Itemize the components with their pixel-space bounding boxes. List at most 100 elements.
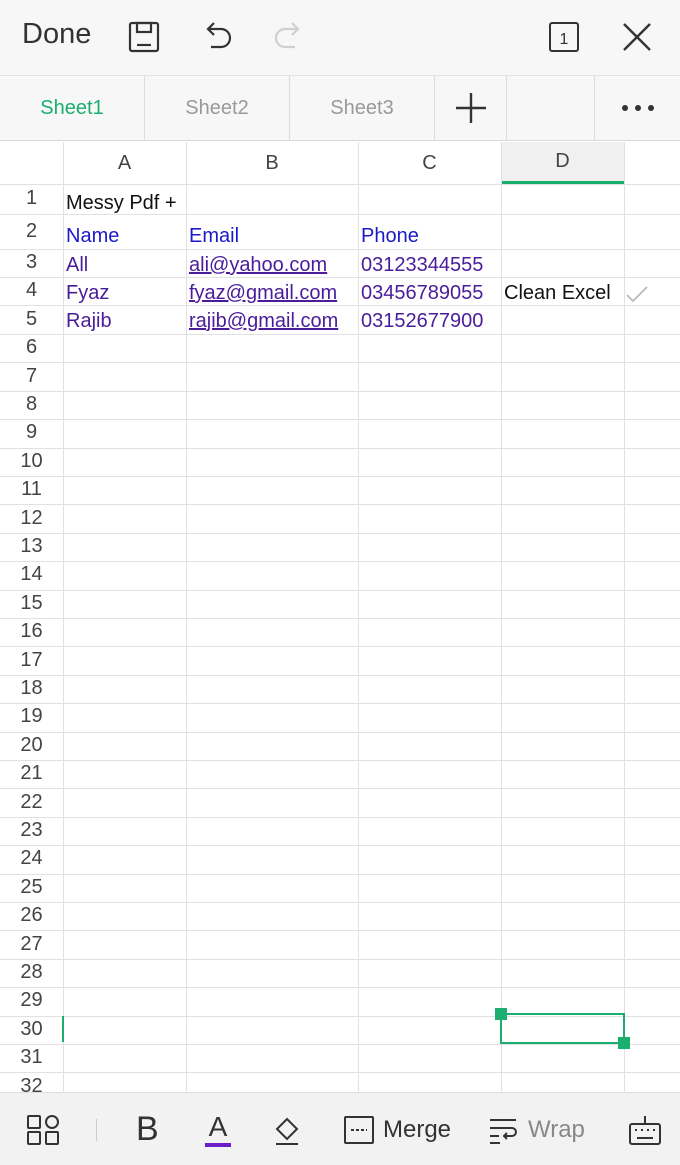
row-header-28[interactable]: 28 bbox=[0, 961, 63, 984]
selected-cell-outline[interactable] bbox=[500, 1013, 625, 1044]
close-icon[interactable] bbox=[617, 15, 657, 59]
selection-handle-top-left[interactable] bbox=[495, 1008, 507, 1020]
top-toolbar: Done 1 bbox=[0, 0, 680, 76]
cell-a3[interactable]: All bbox=[66, 254, 88, 277]
page-count-icon[interactable]: 1 bbox=[544, 15, 584, 59]
cell-a1[interactable]: Messy Pdf + bbox=[66, 192, 177, 215]
row-divider bbox=[0, 532, 680, 534]
row-header-30[interactable]: 30 bbox=[0, 1018, 63, 1041]
row-divider bbox=[0, 902, 680, 903]
row-divider bbox=[0, 987, 680, 989]
cell-a4[interactable]: Fyaz bbox=[66, 282, 109, 305]
row-divider bbox=[0, 1044, 680, 1045]
keyboard-icon bbox=[629, 1115, 661, 1145]
row-divider bbox=[0, 703, 680, 705]
wrap-button[interactable]: Wrap bbox=[488, 1093, 585, 1165]
row-header-24[interactable]: 24 bbox=[0, 847, 63, 870]
apps-button[interactable] bbox=[26, 1093, 60, 1165]
row-divider bbox=[0, 249, 680, 250]
cell-c5[interactable]: 03152677900 bbox=[361, 310, 483, 333]
row-header-11[interactable]: 11 bbox=[0, 478, 63, 501]
cell-b3[interactable]: ali@yahoo.com bbox=[189, 254, 327, 277]
row-header-2[interactable]: 2 bbox=[0, 220, 63, 243]
undo-icon[interactable] bbox=[197, 15, 237, 59]
cell-b2[interactable]: Email bbox=[189, 225, 239, 248]
save-icon[interactable] bbox=[124, 15, 164, 59]
add-sheet-button[interactable] bbox=[435, 76, 507, 140]
row-header-31[interactable]: 31 bbox=[0, 1046, 63, 1069]
row-header-6[interactable]: 6 bbox=[0, 336, 63, 359]
cell-b4[interactable]: fyaz@gmail.com bbox=[189, 282, 337, 305]
column-header-a[interactable]: A bbox=[63, 142, 186, 184]
row-divider bbox=[0, 419, 680, 421]
row-header-4[interactable]: 4 bbox=[0, 279, 63, 302]
row-header-16[interactable]: 16 bbox=[0, 620, 63, 643]
row-header-9[interactable]: 9 bbox=[0, 421, 63, 444]
row-divider bbox=[0, 1072, 680, 1074]
column-header-b[interactable]: B bbox=[186, 142, 358, 184]
row-header-17[interactable]: 17 bbox=[0, 649, 63, 672]
row-header-22[interactable]: 22 bbox=[0, 791, 63, 814]
more-options-button[interactable] bbox=[594, 76, 680, 140]
row-divider bbox=[0, 760, 680, 761]
row-header-21[interactable]: 21 bbox=[0, 762, 63, 785]
row-header-13[interactable]: 13 bbox=[0, 535, 63, 558]
cell-a2[interactable]: Name bbox=[66, 225, 119, 248]
row-header-29[interactable]: 29 bbox=[0, 989, 63, 1012]
row-divider bbox=[0, 731, 680, 733]
tab-sheet1[interactable]: Sheet1 bbox=[0, 76, 145, 140]
sheet-tabs: Sheet1 Sheet2 Sheet3 bbox=[0, 76, 680, 141]
redo-icon[interactable] bbox=[269, 15, 309, 59]
row-header-7[interactable]: 7 bbox=[0, 365, 63, 388]
fill-color-button[interactable] bbox=[272, 1093, 302, 1165]
row-header-20[interactable]: 20 bbox=[0, 734, 63, 757]
row-divider bbox=[0, 845, 680, 847]
row-header-25[interactable]: 25 bbox=[0, 876, 63, 899]
row-header-8[interactable]: 8 bbox=[0, 393, 63, 416]
cell-b5[interactable]: rajib@gmail.com bbox=[189, 310, 338, 333]
row-divider bbox=[0, 674, 680, 676]
row-header-18[interactable]: 18 bbox=[0, 677, 63, 700]
column-header-d[interactable]: D bbox=[501, 142, 624, 184]
wrap-icon bbox=[490, 1118, 517, 1144]
wrap-label: Wrap bbox=[528, 1115, 585, 1143]
row-header-5[interactable]: 5 bbox=[0, 308, 63, 331]
row-header-19[interactable]: 19 bbox=[0, 705, 63, 728]
cell-d4[interactable]: Clean Excel bbox=[504, 282, 611, 305]
tab-sheet3[interactable]: Sheet3 bbox=[290, 76, 435, 140]
row-divider bbox=[0, 305, 680, 306]
row-header-15[interactable]: 15 bbox=[0, 592, 63, 615]
row-divider bbox=[0, 504, 680, 506]
merge-button[interactable]: Merge bbox=[343, 1093, 451, 1165]
cell-c2[interactable]: Phone bbox=[361, 225, 419, 248]
bold-button[interactable]: B bbox=[136, 1093, 159, 1165]
font-color-label: A bbox=[208, 1110, 228, 1142]
row-header-32[interactable]: 32 bbox=[0, 1075, 63, 1092]
row-divider bbox=[0, 362, 680, 364]
row-header-12[interactable]: 12 bbox=[0, 507, 63, 530]
tab-sheet2[interactable]: Sheet2 bbox=[145, 76, 290, 140]
spreadsheet-grid[interactable]: A B C D 1 2 3 4 5 6 7 8 9 10 11 12 13 14 15 16 17 18 19 20 2… bbox=[0, 142, 680, 1092]
paint-bucket-icon bbox=[275, 1117, 299, 1145]
row-header-3[interactable]: 3 bbox=[0, 251, 63, 274]
done-button[interactable]: Done bbox=[22, 18, 91, 51]
merge-icon bbox=[344, 1115, 374, 1144]
cell-c4[interactable]: 03456789055 bbox=[361, 282, 483, 305]
row-header-26[interactable]: 26 bbox=[0, 904, 63, 927]
row-divider bbox=[0, 930, 680, 932]
keyboard-button[interactable] bbox=[628, 1093, 662, 1165]
row-header-27[interactable]: 27 bbox=[0, 933, 63, 956]
row-header-1[interactable]: 1 bbox=[0, 187, 63, 210]
selection-handle-bottom-right[interactable] bbox=[618, 1037, 630, 1049]
cell-c3[interactable]: 03123344555 bbox=[361, 254, 483, 277]
row-header-10[interactable]: 10 bbox=[0, 450, 63, 473]
row-divider bbox=[0, 561, 680, 563]
bottom-toolbar: B A Merge Wrap bbox=[0, 1092, 680, 1165]
font-color-button[interactable]: A bbox=[205, 1093, 231, 1165]
cell-a5[interactable]: Rajib bbox=[66, 310, 112, 333]
page-count-text: 1 bbox=[560, 31, 569, 48]
row-header-14[interactable]: 14 bbox=[0, 563, 63, 586]
column-header-c[interactable]: C bbox=[358, 142, 501, 184]
row-divider bbox=[0, 447, 680, 449]
row-header-23[interactable]: 23 bbox=[0, 819, 63, 842]
